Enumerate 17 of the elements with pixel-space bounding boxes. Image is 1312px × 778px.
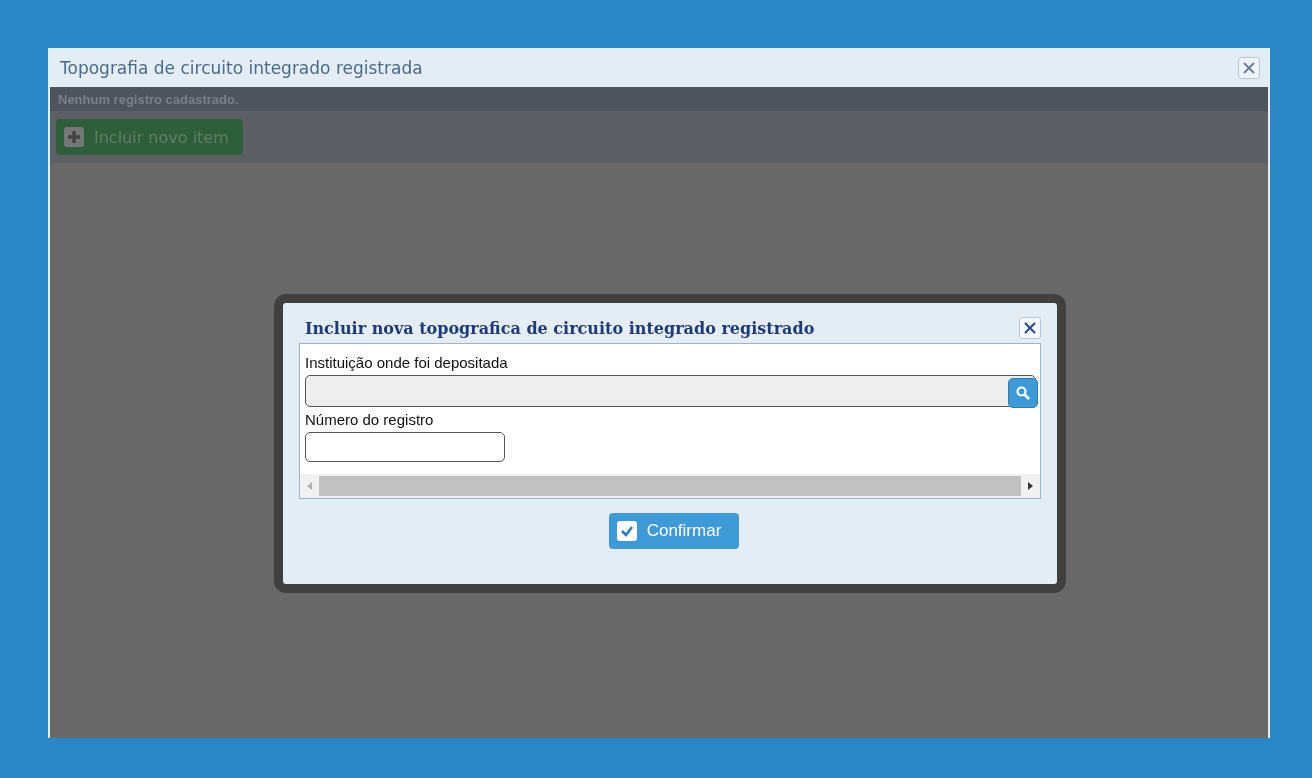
close-icon [1243, 61, 1255, 74]
field-label: Número do registro [305, 411, 435, 428]
horizontal-scrollbar[interactable] [300, 474, 1040, 498]
field-label: Instituição onde foi depositada [305, 354, 509, 371]
close-icon [1024, 322, 1036, 334]
right-arrow-icon [1028, 482, 1033, 490]
scrollbar-thumb[interactable] [319, 476, 1021, 496]
confirm-button[interactable]: Confirmar [608, 513, 740, 549]
plus-icon [64, 127, 84, 147]
left-arrow-icon [307, 482, 312, 490]
checkbox-icon [616, 521, 637, 541]
window-title: Topografia de circuito integrado registrada [60, 57, 423, 78]
dialog-close-button[interactable] [1019, 317, 1041, 339]
dialog-title: Incluir nova topografica de circuito integrado registrado [305, 318, 815, 338]
close-button[interactable] [1238, 56, 1260, 79]
input-field[interactable] [305, 432, 505, 462]
search-icon [1016, 385, 1030, 400]
